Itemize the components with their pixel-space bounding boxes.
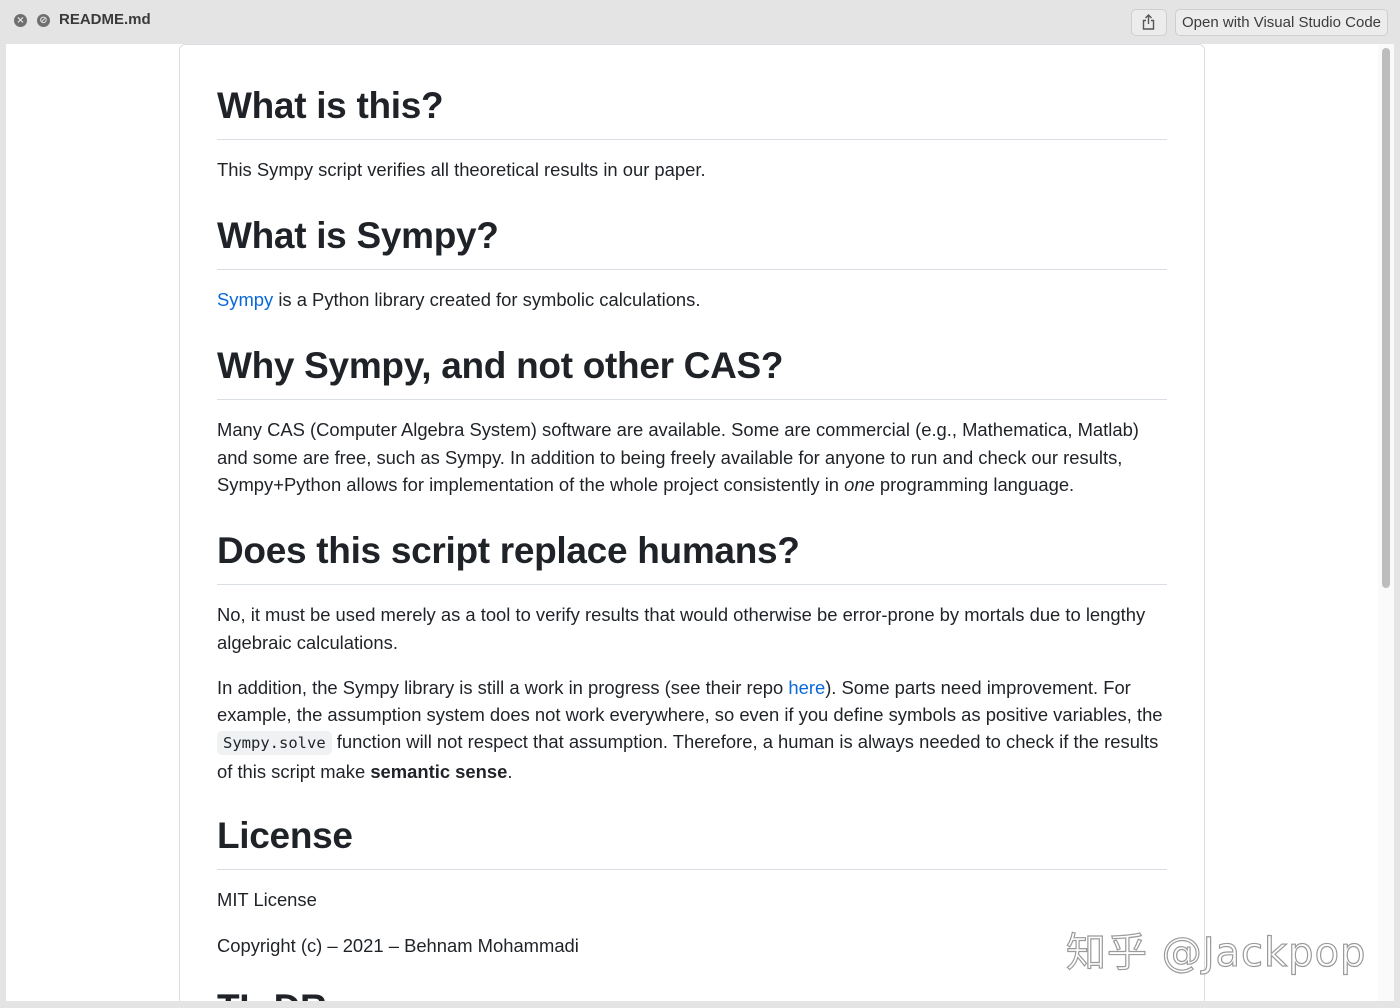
paragraph: Many CAS (Computer Algebra System) softw… (217, 416, 1167, 498)
watermark: 知乎 @Jackpop (1065, 929, 1367, 976)
open-with-vscode-button[interactable]: Open with Visual Studio Code (1175, 9, 1389, 36)
paragraph-text: In addition, the Sympy library is still … (217, 676, 789, 698)
close-icon[interactable]: × (14, 14, 27, 27)
share-button[interactable] (1131, 9, 1167, 36)
paragraph-text: programming language. (874, 473, 1075, 495)
section-heading: License (217, 813, 1167, 871)
paragraph: Copyright (c) – 2021 – Behnam Mohammadi (217, 934, 579, 956)
sympy-link[interactable]: Sympy (217, 289, 273, 310)
section-heading: Why Sympy, and not other CAS? (217, 343, 1167, 401)
section-tldr: TL;DR (217, 985, 1167, 1001)
vertical-scrollbar[interactable] (1378, 44, 1394, 1001)
hide-icon[interactable]: ⊘ (37, 14, 50, 27)
section-license: License MIT License Copyright (c) – 2021… (217, 813, 1167, 959)
section-heading: What is this? (217, 83, 1167, 141)
section-what-is-this: What is this? This Sympy script verifies… (217, 83, 1167, 184)
emphasis: one (844, 473, 875, 495)
title-bar: × ⊘ README.md Open with Visual Studio Co… (0, 0, 1400, 44)
share-icon (1142, 14, 1155, 30)
inline-code: Sympy.solve (217, 731, 332, 756)
sympy-repo-link[interactable]: here (788, 677, 825, 698)
section-heading: Does this script replace humans? (217, 528, 1167, 586)
paragraph-text: . (507, 760, 513, 782)
paragraph: Sympy is a Python library created for sy… (217, 286, 1167, 313)
window-title: README.md (59, 11, 151, 28)
section-why-sympy: Why Sympy, and not other CAS? Many CAS (… (217, 343, 1167, 498)
paragraph: In addition, the Sympy library is still … (217, 674, 1167, 785)
section-replace-humans: Does this script replace humans? No, it … (217, 528, 1167, 785)
paragraph-text: function will not respect that assumptio… (217, 731, 1159, 782)
readme-container: What is this? This Sympy script verifies… (179, 44, 1205, 1001)
document-viewport: What is this? This Sympy script verifies… (6, 44, 1392, 1001)
paragraph: No, it must be used merely as a tool to … (217, 604, 1146, 653)
paragraph: This Sympy script verifies all theoretic… (217, 159, 706, 181)
scrollbar-thumb[interactable] (1382, 48, 1390, 588)
section-what-is-sympy: What is Sympy? Sympy is a Python library… (217, 213, 1167, 314)
paragraph-text: is a Python library created for symbolic… (273, 289, 701, 311)
strong-text: semantic sense (370, 760, 508, 782)
section-heading: What is Sympy? (217, 213, 1167, 271)
paragraph: MIT License (217, 889, 317, 911)
section-heading: TL;DR (217, 985, 1167, 1001)
preview-window: × ⊘ README.md Open with Visual Studio Co… (0, 0, 1400, 1008)
